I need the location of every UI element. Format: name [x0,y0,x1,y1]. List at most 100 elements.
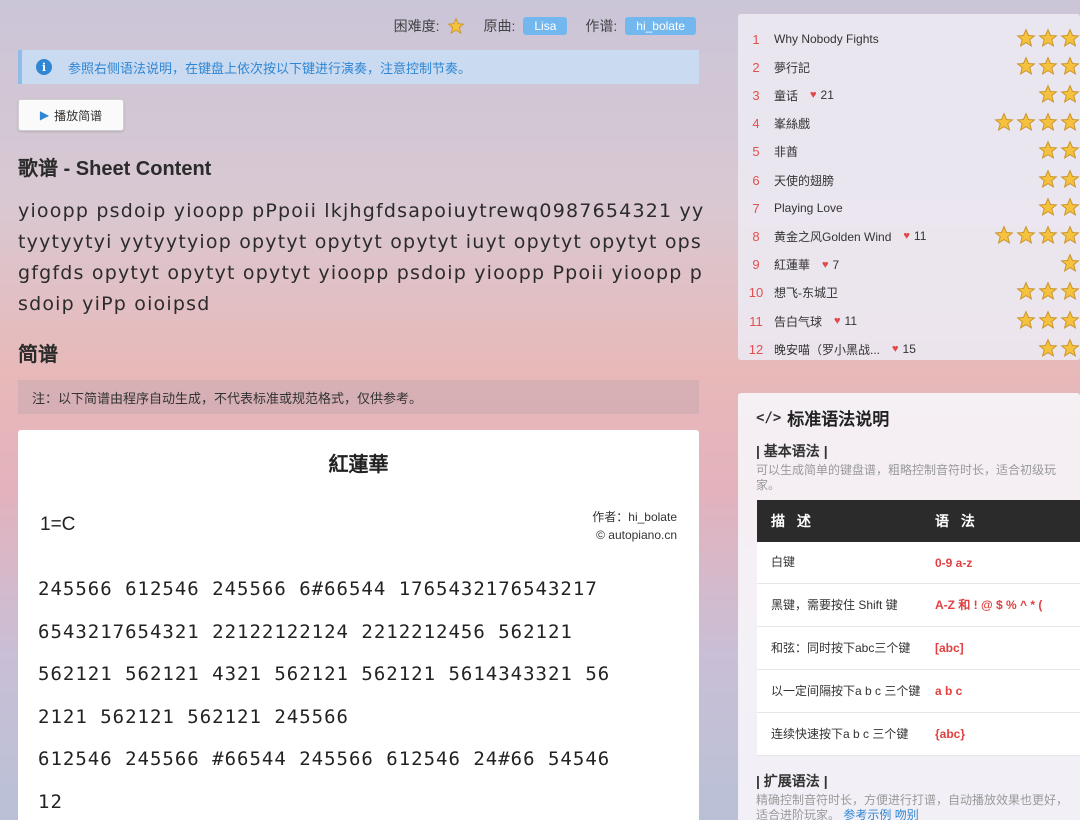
syntax-row-desc: 连续快速按下a b c 三个键 [771,726,909,741]
arranger-label: 作谱: [585,18,618,34]
ranking-title[interactable]: Why Nobody Fights [774,32,879,46]
ranking-title[interactable]: Playing Love [774,201,843,215]
difficulty-stars [1038,197,1080,220]
star-icon [1060,309,1080,333]
example-link[interactable]: 参考示例 吻别 [843,808,918,820]
star-icon [1038,27,1058,51]
likes-count: 15 [902,342,916,357]
ranking-list: 1 Why Nobody Fights 2 夢行記 3 童话 ♥ 21 4 峯絲戲 5 非酋 6 天使的翅… [738,14,1080,360]
ranking-item[interactable]: 7 Playing Love [738,194,1080,222]
ranking-item[interactable]: 2 夢行記 [738,53,1080,81]
difficulty-stars [1016,56,1080,79]
original-tag[interactable]: Lisa [523,17,568,35]
ranking-item[interactable]: 11 告白气球 ♥ 11 [738,307,1080,335]
star-icon [1038,112,1058,135]
ranking-item[interactable]: 4 峯絲戲 [738,110,1080,138]
play-button-label: 播放简谱 [54,108,103,123]
ranking-number: 5 [752,144,760,160]
star-icon [1060,197,1080,220]
heart-icon: ♥ [822,258,829,271]
score-card: 紅蓮華 1=C 作者：hi_bolate © autopiano.cn 2455… [18,430,699,820]
difficulty-stars [1038,168,1080,192]
ranking-title[interactable]: 晚安喵（罗小黑战... [774,341,880,358]
info-alert: i 参照右侧语法说明，在键盘上依次按以下键进行演奏，注意控制节奏。 [18,50,699,84]
score-author: 作者：hi_bolate © autopiano.cn [592,508,677,544]
ranking-item[interactable]: 9 紅蓮華 ♥ 7 [738,251,1080,279]
syntax-row-desc: 黑键，需要按住 Shift 键 [771,597,898,612]
difficulty-stars [1016,309,1080,333]
star-icon [1038,309,1058,333]
star-icon [1060,84,1080,107]
ranking-item[interactable]: 5 非酋 [738,138,1080,166]
star-icon [1038,140,1058,163]
heart-icon: ♥ [903,230,910,243]
syntax-table: 描 述 语 法 白键 0-9 a-z 黑键，需要按住 Shift 键 A-Z 和… [757,500,1080,756]
star-icon [1038,225,1058,248]
syntax-row-code: a b c [935,684,963,698]
arranger-tag[interactable]: hi_bolate [625,17,696,35]
star-icon [1038,197,1058,220]
jianpu-heading: 简谱 [18,344,58,366]
sidebar: 1 Why Nobody Fights 2 夢行記 3 童话 ♥ 21 4 峯絲戲 5 非酋 6 天使的翅… [738,0,1080,820]
ranking-number: 6 [752,172,760,188]
difficulty-star-icon [447,17,466,35]
ranking-title[interactable]: 非酋 [774,143,798,160]
ranking-title[interactable]: 紅蓮華 [774,256,810,273]
song-meta: 困难度: 原曲: Lisa 作谱: hi_bolate [394,16,696,36]
ranking-title[interactable]: 黄金之风Golden Wind [774,228,891,245]
ranking-item[interactable]: 8 黄金之风Golden Wind ♥ 11 [738,222,1080,250]
original-label: 原曲: [483,18,516,34]
syntax-row-desc: 和弦：同时按下abc三个键 [771,640,911,655]
ranking-title[interactable]: 童话 [774,87,798,104]
difficulty-stars [1060,253,1080,276]
star-icon [1038,338,1058,361]
syntax-row-desc: 以一定间隔按下a b c 三个键 [771,683,921,698]
difficulty-stars [994,225,1080,248]
score-title: 紅蓮華 [328,454,389,476]
ranking-number: 12 [748,341,764,357]
basic-syntax-desc: 可以生成简单的键盘谱，粗略控制音符时长，适合初级玩家。 [756,463,1057,492]
star-icon [1060,112,1080,135]
score-lines: 245566 612546 245566 6#66544 17654321765… [38,568,688,820]
difficulty-stars [1016,27,1080,51]
score-line: 6543217654321 22122122124 2212212456 562… [38,620,573,643]
syntax-row: 连续快速按下a b c 三个键 {abc} [757,713,1080,756]
ranking-item[interactable]: 1 Why Nobody Fights [738,25,1080,53]
difficulty-stars [1038,140,1080,163]
extended-syntax-heading: | 扩展语法 | [756,773,828,789]
ranking-title[interactable]: 峯絲戲 [774,115,810,132]
ranking-number: 4 [752,116,760,132]
difficulty-label: 困难度: [393,18,440,34]
star-icon [1060,140,1080,163]
difficulty-stars [1016,281,1080,304]
heart-icon: ♥ [892,343,899,356]
ranking-item[interactable]: 6 天使的翅膀 [738,166,1080,194]
ranking-title[interactable]: 告白气球 [774,313,822,330]
ranking-number: 1 [752,31,760,47]
info-alert-text: 参照右侧语法说明，在键盘上依次按以下键进行演奏，注意控制节奏。 [68,60,472,76]
star-icon [1060,253,1080,276]
ranking-number: 7 [752,200,760,216]
ranking-title[interactable]: 夢行記 [774,59,810,76]
ranking-number: 2 [752,59,760,75]
star-icon [1016,281,1036,304]
ranking-title[interactable]: 想飞-东城卫 [774,284,838,301]
star-icon [1060,27,1080,51]
syntax-row-code: 0-9 a-z [935,555,973,570]
score-line: 245566 612546 245566 6#66544 17654321765… [38,578,598,600]
star-icon [1038,168,1058,192]
ranking-number: 10 [748,285,764,301]
ranking-item[interactable]: 3 童话 ♥ 21 [738,81,1080,109]
score-line: 612546 245566 #66544 245566 612546 24#66… [38,748,611,770]
syntax-row-desc: 白键 [771,555,796,569]
star-icon [1038,84,1058,107]
ranking-item[interactable]: 12 晚安喵（罗小黑战... ♥ 15 [738,335,1080,363]
syntax-row-code: [abc] [935,641,964,655]
main-content: 困难度: 原曲: Lisa 作谱: hi_bolate i 参照右侧语法说明，在… [0,0,718,820]
ranking-title[interactable]: 天使的翅膀 [774,172,834,189]
play-jianpu-button[interactable]: ▶ 播放简谱 [18,99,124,131]
star-icon [1060,225,1080,248]
star-icon [1060,338,1080,361]
sheet-heading: 歌谱 - Sheet Content [18,158,212,180]
ranking-item[interactable]: 10 想飞-东城卫 [738,279,1080,307]
